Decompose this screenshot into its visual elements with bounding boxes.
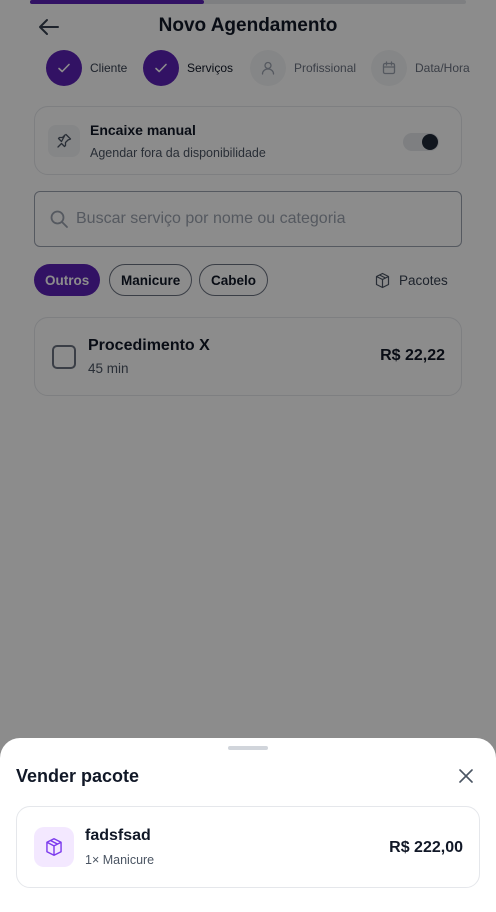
close-button[interactable] bbox=[456, 766, 476, 786]
package-price: R$ 222,00 bbox=[389, 839, 463, 856]
sheet-title: Vender pacote bbox=[16, 766, 140, 786]
package-icon bbox=[46, 838, 62, 856]
package-icon-wrap bbox=[34, 827, 74, 867]
package-items: 1× Manicure bbox=[85, 853, 155, 867]
close-icon bbox=[459, 769, 473, 783]
package-card[interactable]: fadsfsad 1× Manicure R$ 222,00 bbox=[16, 806, 480, 888]
sheet-drag-handle[interactable] bbox=[228, 746, 268, 750]
bottom-sheet: Vender pacote fadsfsad 1× Manicure R$ 22… bbox=[0, 738, 496, 912]
package-name: fadsfsad bbox=[85, 827, 151, 844]
